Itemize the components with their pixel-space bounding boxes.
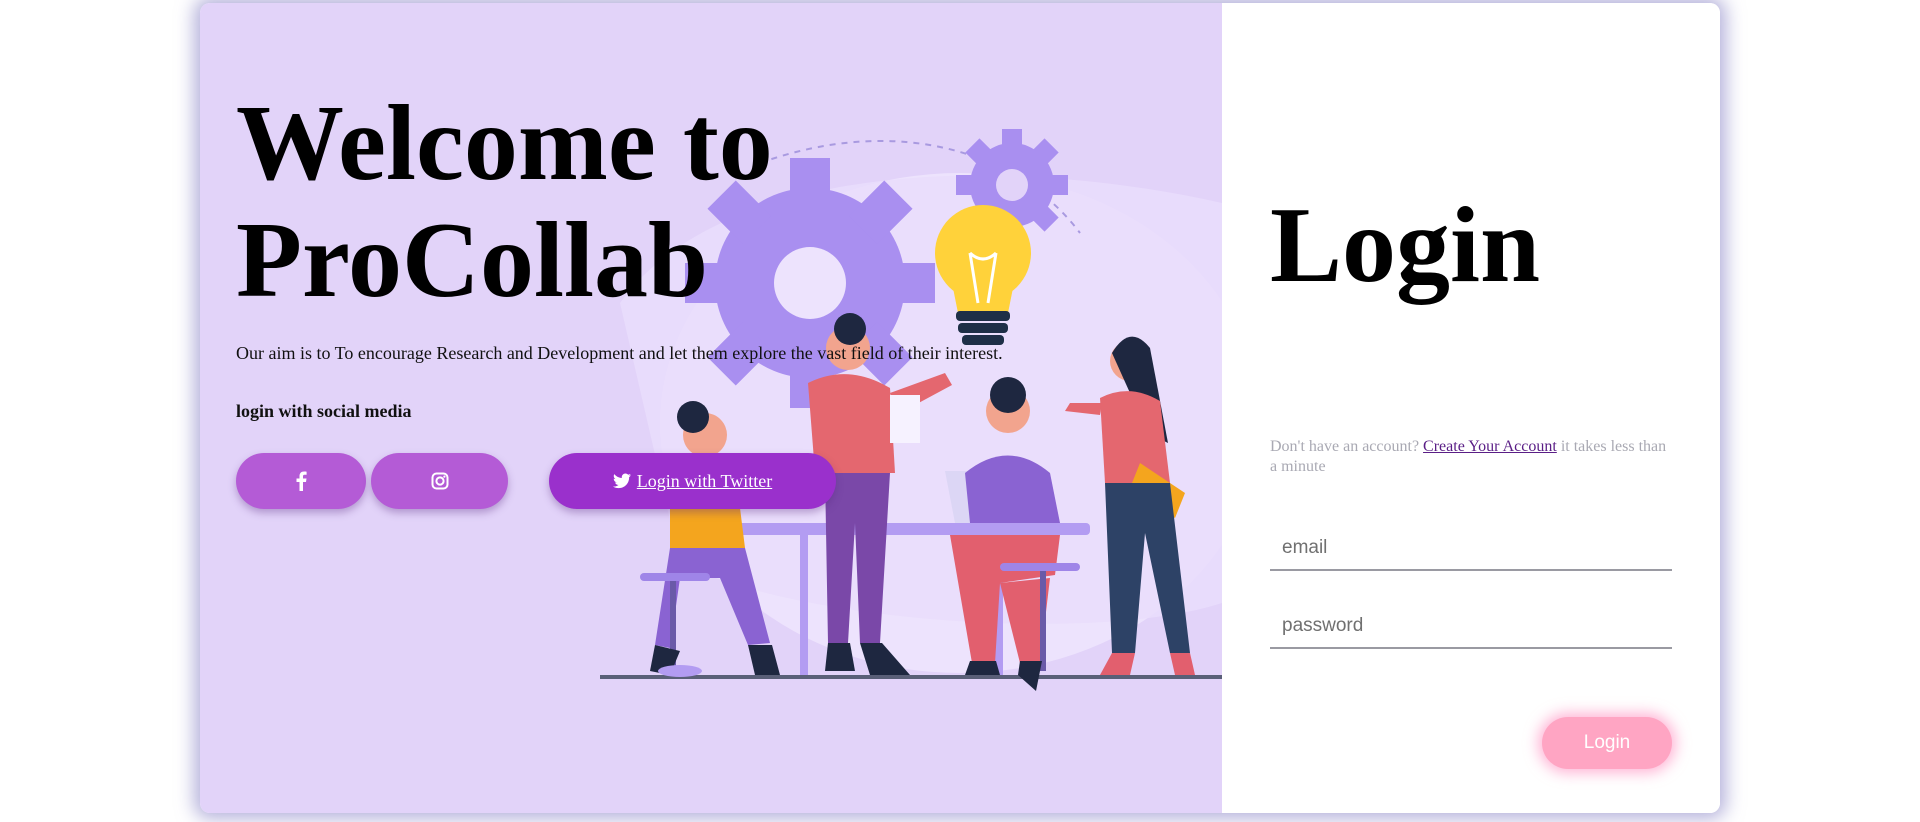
twitter-login-button[interactable]: Login with Twitter [549,453,836,509]
facebook-login-button[interactable] [236,453,366,509]
login-card: Welcome to ProCollab Our aim is to To en… [200,3,1720,813]
signup-prompt: Don't have an account? Create Your Accou… [1270,437,1670,477]
login-button[interactable]: Login [1542,717,1672,769]
welcome-title-line1: Welcome to [236,84,773,203]
aim-description: Our aim is to To encourage Research and … [236,343,1003,363]
welcome-title: Welcome to ProCollab [236,85,773,319]
social-login-label: login with social media [236,401,412,421]
login-panel: Login Don't have an account? Create Your… [1222,3,1720,813]
welcome-title-line2: ProCollab [236,201,709,320]
facebook-icon [296,471,307,491]
email-field[interactable] [1270,527,1672,571]
login-title: Login [1270,186,1541,305]
twitter-login-label: Login with Twitter [636,470,773,491]
twitter-icon [612,473,631,489]
instagram-login-button[interactable] [371,453,508,509]
instagram-icon [431,472,448,490]
password-field[interactable] [1270,605,1672,649]
create-account-link[interactable]: Create Your Account [1423,438,1557,455]
welcome-panel: Welcome to ProCollab Our aim is to To en… [200,3,1222,813]
signup-prefix: Don't have an account? [1270,438,1424,455]
